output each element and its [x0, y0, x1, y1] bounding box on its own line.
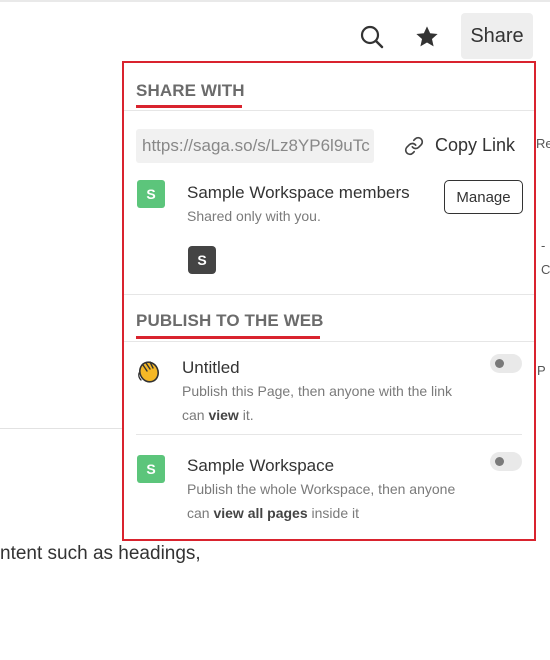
section-underline [136, 105, 242, 108]
workspace-badge: S [137, 455, 165, 483]
members-subtitle: Shared only with you. [187, 208, 321, 224]
member-avatar: S [188, 246, 216, 274]
background-text-fragment: C [541, 262, 550, 277]
publish-workspace-toggle[interactable] [490, 452, 522, 471]
background-divider [0, 428, 124, 429]
background-text-fragment: P [537, 363, 546, 378]
background-text-fragment: Re [536, 136, 550, 151]
workspace-publish-description: Publish the whole Workspace, then anyone… [187, 481, 456, 521]
copy-link-label: Copy Link [435, 135, 516, 155]
copy-link-button[interactable]: Copy Link [404, 135, 515, 156]
favorite-button[interactable] [410, 20, 444, 54]
top-border [0, 0, 550, 2]
workspace-publish-title: Sample Workspace [187, 456, 335, 475]
section-separator [124, 110, 534, 111]
share-panel: SHARE WITH https://saga.so/s/Lz8YP6l9uTc… [122, 61, 536, 541]
publish-heading: PUBLISH TO THE WEB [136, 311, 324, 330]
star-icon [416, 26, 438, 47]
members-name: Sample Workspace members [187, 183, 410, 202]
page-publish-description: Publish this Page, then anyone with the … [182, 383, 453, 423]
row-separator [136, 434, 522, 435]
manage-button[interactable]: Manage [444, 180, 523, 214]
search-icon [360, 25, 384, 49]
search-button[interactable] [355, 20, 389, 54]
share-button[interactable]: Share [461, 13, 533, 59]
workspace-badge: S [137, 180, 165, 208]
section-separator [124, 294, 534, 295]
section-separator [124, 341, 534, 342]
share-with-heading: SHARE WITH [136, 81, 245, 100]
waving-hand-icon [138, 361, 159, 383]
link-icon [404, 136, 424, 156]
background-body-text: ntent such as headings, [0, 543, 201, 564]
publish-page-toggle[interactable] [490, 354, 522, 373]
background-text-fragment: - [541, 238, 546, 253]
share-link-field[interactable]: https://saga.so/s/Lz8YP6l9uTc [136, 129, 374, 163]
page-publish-title: Untitled [182, 358, 240, 377]
section-underline [136, 336, 320, 339]
